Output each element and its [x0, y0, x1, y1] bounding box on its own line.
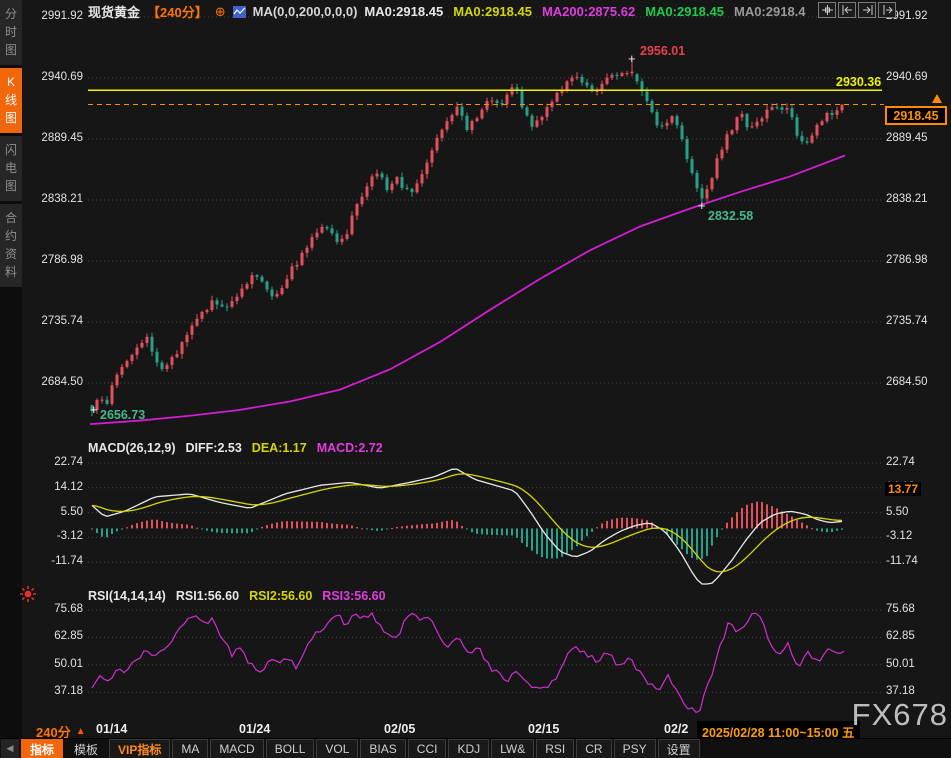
- kline-mini-icon: [233, 6, 246, 18]
- x-axis-label: 01/24: [239, 722, 270, 736]
- indicator-tab-指标[interactable]: 指标: [21, 739, 63, 758]
- indicator-tab-PSY[interactable]: PSY: [614, 739, 656, 758]
- period-badge: 【240分】: [147, 2, 208, 21]
- ma-value: MA0:2918.45: [645, 4, 724, 19]
- chart-canvas[interactable]: [0, 0, 951, 758]
- ma200-line: [90, 155, 845, 424]
- macd-formula: MACD(26,12,9): [88, 441, 176, 455]
- rsi3-value: RSI3:56.60: [322, 589, 385, 603]
- indicator-tab-LW&[interactable]: LW&: [491, 739, 534, 758]
- macd-histogram: [91, 502, 843, 560]
- pullback-low-label: 2832.58: [708, 209, 753, 223]
- indicator-toolbar: ◀指标模板VIP指标MAMACDBOLLVOLBIASCCIKDJLW&RSIC…: [0, 738, 951, 758]
- macd-dea-value: DEA:1.17: [252, 441, 307, 455]
- candlestick-series: [91, 60, 844, 416]
- ma-value: MA0:2918.45: [364, 4, 443, 19]
- axis-label: 50.01: [886, 658, 915, 670]
- indicator-tab-KDJ[interactable]: KDJ: [448, 739, 489, 758]
- swing-high-marker: +: [628, 54, 636, 64]
- indicator-tab-模板[interactable]: 模板: [65, 739, 107, 758]
- add-indicator-icon[interactable]: ⊕: [215, 4, 226, 20]
- indicator-tab-CR[interactable]: CR: [576, 739, 611, 758]
- ma-value: MA0:2918.45: [453, 4, 532, 19]
- chart-toolbar-icons: [818, 2, 896, 18]
- indicator-tab-MACD[interactable]: MACD: [210, 739, 263, 758]
- indicator-tab-RSI[interactable]: RSI: [536, 739, 574, 758]
- pullback-low-marker: +: [698, 201, 706, 211]
- indicator-tab-CCI[interactable]: CCI: [408, 739, 447, 758]
- macd-diff-line: [92, 469, 842, 584]
- macd-macd-value: MACD:2.72: [317, 441, 383, 455]
- axis-label: 62.85: [886, 630, 915, 642]
- zoom-in-icon[interactable]: [838, 2, 856, 18]
- app-window: 分时图 K线图闪电图合约资料 现货黄金 【240分】 ⊕ MA(0,0,200,0…: [0, 0, 951, 758]
- indicator-tab-BOLL[interactable]: BOLL: [266, 739, 315, 758]
- session-low-label: 2656.73: [100, 408, 145, 422]
- watermark: FX678: [852, 697, 948, 733]
- x-axis-label: 02/15: [528, 722, 559, 736]
- left-tab-sidebar: 分时图 K线图闪电图合约资料: [0, 0, 22, 738]
- indicator-tab-VIP指标[interactable]: VIP指标: [109, 739, 170, 758]
- ma-value: MA0:2918.4: [734, 4, 806, 19]
- axis-label: 37.18: [886, 685, 915, 697]
- macd-diff-value: DIFF:2.53: [186, 441, 242, 455]
- sidebar-tab-3[interactable]: 闪电图: [0, 136, 22, 201]
- period-up-icon: ▲: [76, 726, 86, 737]
- sidebar-tab-4[interactable]: 合约资料: [0, 204, 22, 287]
- rsi-pane-header: RSI(14,14,14) RSI1:56.60 RSI2:56.60 RSI3…: [88, 589, 386, 603]
- last-price-box: 2918.45: [885, 106, 947, 125]
- alert-burst-icon[interactable]: [18, 584, 38, 604]
- resistance-price-label: 2930.36: [836, 75, 881, 89]
- axis-label: 5.50: [886, 506, 908, 518]
- axis-label: 2940.69: [886, 71, 928, 83]
- latest-price-arrow-icon[interactable]: [932, 94, 942, 103]
- axis-label: 2684.50: [886, 376, 928, 388]
- session-low-marker: +: [90, 405, 98, 415]
- x-axis-label: 01/14: [96, 722, 127, 736]
- x-axis-label: 02/05: [384, 722, 415, 736]
- collapse-toolbar-button[interactable]: ◀: [1, 739, 19, 758]
- axis-label: -11.74: [886, 555, 918, 567]
- indicator-tab-MA[interactable]: MA: [172, 739, 208, 758]
- symbol-title: 现货黄金: [88, 2, 140, 21]
- axis-label: 2838.21: [886, 193, 928, 205]
- macd-current-value-badge: 13.77: [885, 482, 921, 496]
- ma-formula: MA(0,0,200,0,0,0): [253, 4, 358, 19]
- axis-label: 2889.45: [886, 132, 928, 144]
- zoom-out-icon[interactable]: [858, 2, 876, 18]
- macd-pane-header: MACD(26,12,9) DIFF:2.53 DEA:1.17 MACD:2.…: [88, 441, 383, 455]
- rsi-line: [92, 613, 844, 713]
- sidebar-tab-2[interactable]: K线图: [0, 68, 22, 133]
- indicator-tab-VOL[interactable]: VOL: [316, 739, 358, 758]
- indicator-tab-BIAS[interactable]: BIAS: [360, 739, 405, 758]
- shift-right-icon[interactable]: [878, 2, 896, 18]
- rsi2-value: RSI2:56.60: [249, 589, 312, 603]
- crosshair-icon[interactable]: [818, 2, 836, 18]
- macd-dea-line: [92, 474, 842, 572]
- indicator-tab-设置[interactable]: 设置: [658, 739, 700, 758]
- axis-label: 2735.74: [886, 315, 928, 327]
- axis-label: -3.12: [886, 530, 912, 542]
- sidebar-tab-1[interactable]: 分时图: [0, 0, 22, 65]
- rsi-formula: RSI(14,14,14): [88, 589, 166, 603]
- rsi1-value: RSI1:56.60: [176, 589, 239, 603]
- ma-value: MA200:2875.62: [542, 4, 635, 19]
- swing-high-label: 2956.01: [640, 44, 685, 58]
- ma-values: MA0:2918.45 MA0:2918.45 MA200:2875.62 MA0:2…: [364, 4, 805, 19]
- axis-label: 75.68: [886, 603, 915, 615]
- axis-label: 22.74: [886, 456, 915, 468]
- axis-label: 2786.98: [886, 254, 928, 266]
- x-axis-label: 02/2: [664, 722, 688, 736]
- chart-header: 现货黄金 【240分】 ⊕ MA(0,0,200,0,0,0) MA0:2918…: [88, 2, 806, 21]
